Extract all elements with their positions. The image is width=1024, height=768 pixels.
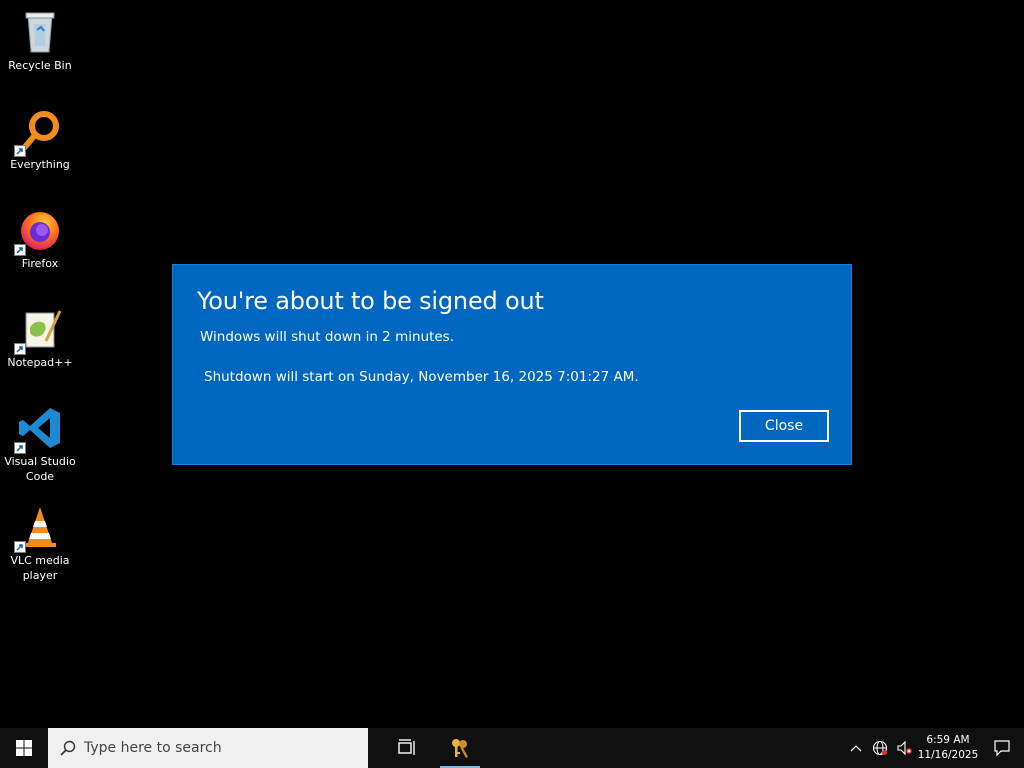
dialog-message: Windows will shut down in 2 minutes. [200,329,455,345]
task-view-icon [398,739,415,755]
shortcut-arrow-icon [14,442,26,454]
desktop-icon-label: Notepad++ [7,356,73,369]
windows-logo-icon [16,740,32,756]
everything-icon [14,107,64,157]
system-tray: 6:59 AM 11/16/2025 [844,728,1024,768]
desktop-icon-vlc[interactable]: VLC media player [2,495,78,587]
dialog-detail: Shutdown will start on Sunday, November … [204,369,639,385]
shortcut-arrow-icon [14,145,26,157]
search-placeholder: Type here to search [84,740,222,756]
close-button[interactable]: Close [739,410,829,442]
taskbar-app-button[interactable] [436,728,484,768]
vscode-icon [14,404,64,454]
clock-date: 11/16/2025 [917,749,979,761]
recycle-bin-icon [16,8,64,56]
clock[interactable]: 6:59 AM 11/16/2025 [916,733,980,763]
desktop-icon-recycle-bin[interactable]: Recycle Bin [2,0,78,92]
search-box[interactable]: Type here to search [48,728,368,768]
taskbar: Type here to search 6:59 AM 11/16/2025 [0,728,1024,768]
desktop: Recycle Bin Everything Firefox Notepad++… [0,0,1024,728]
chevron-up-icon [850,745,862,752]
notification-icon [994,740,1010,757]
action-center-button[interactable] [980,728,1024,768]
task-view-button[interactable] [384,728,432,768]
search-icon [60,740,76,756]
volume-button[interactable] [892,728,916,768]
desktop-icon-label: Visual Studio Code [4,455,76,483]
desktop-icon-notepadpp[interactable]: Notepad++ [2,297,78,389]
desktop-icon-label: Firefox [21,257,59,270]
keys-icon [452,739,468,758]
network-icon [872,740,888,756]
firefox-icon [14,206,64,256]
notepadpp-icon [14,305,64,355]
network-button[interactable] [868,728,892,768]
desktop-icon-label: Everything [10,158,70,171]
desktop-icon-vscode[interactable]: Visual Studio Code [2,396,78,488]
show-hidden-icons-button[interactable] [844,728,868,768]
shortcut-arrow-icon [14,541,26,553]
shortcut-arrow-icon [14,343,26,355]
desktop-icon-label: Recycle Bin [8,59,72,72]
desktop-icon-label: VLC media player [10,554,70,582]
vlc-icon [14,503,64,553]
clock-time: 6:59 AM [926,734,970,746]
start-button[interactable] [0,728,48,768]
sign-out-dialog: You're about to be signed out Windows wi… [172,264,852,465]
dialog-title: You're about to be signed out [197,287,544,315]
volume-muted-icon [897,740,912,756]
desktop-icon-everything[interactable]: Everything [2,99,78,191]
shortcut-arrow-icon [14,244,26,256]
desktop-icon-firefox[interactable]: Firefox [2,198,78,290]
